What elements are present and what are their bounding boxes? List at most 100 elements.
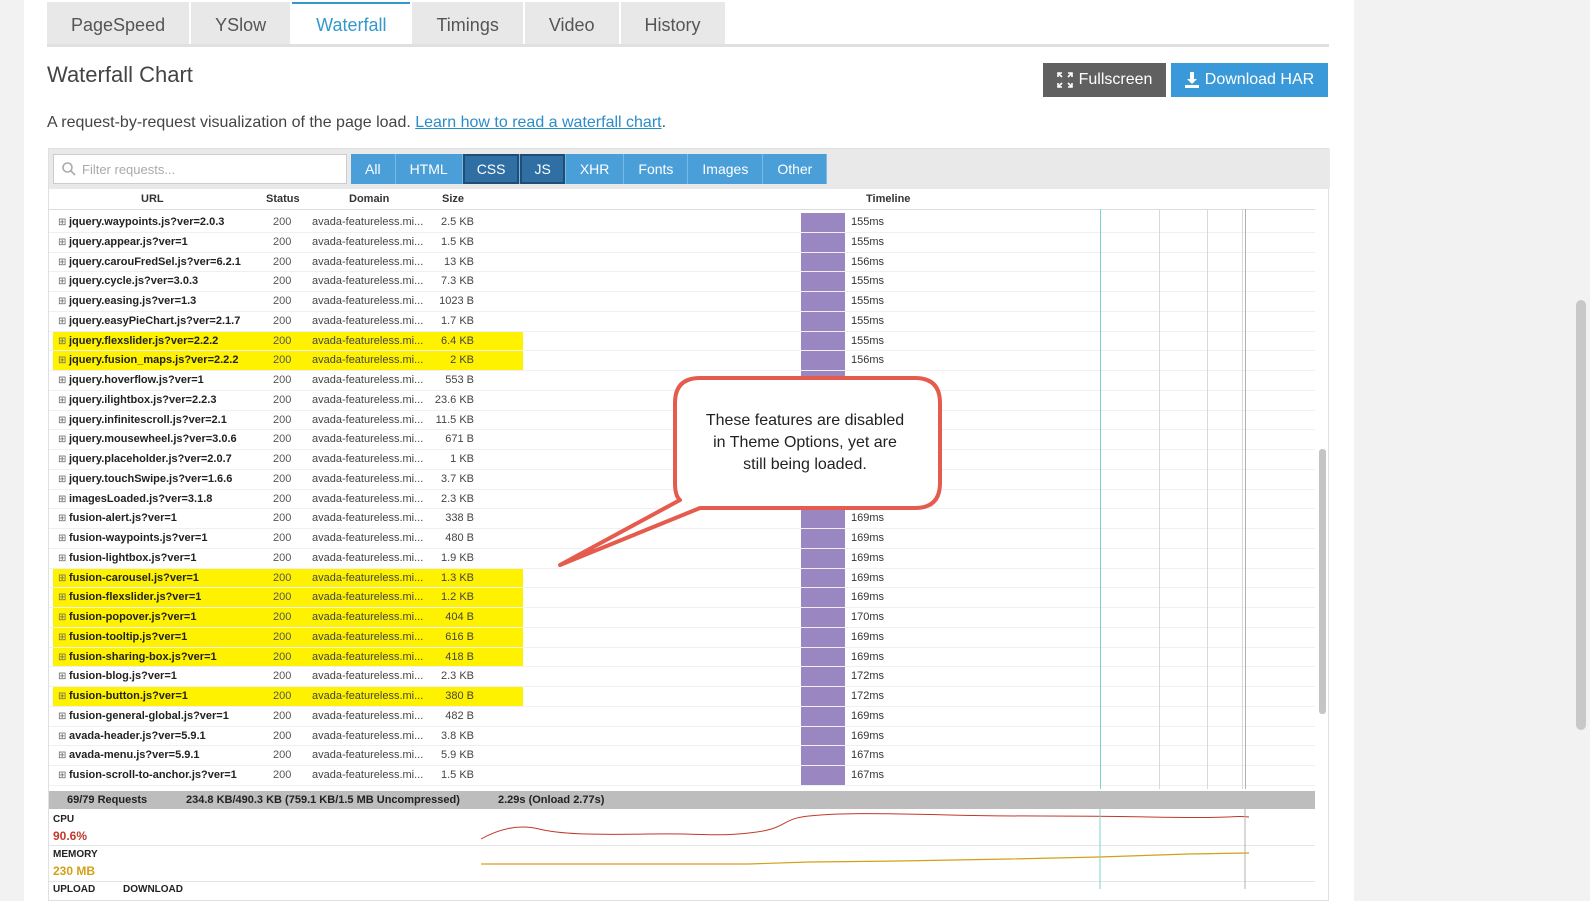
table-row[interactable]: ⊞ fusion-waypoints.js?ver=1 200 avada-featu… [49,529,1315,549]
expand-icon[interactable]: ⊞ [58,332,66,351]
expand-icon[interactable]: ⊞ [58,707,66,726]
filter-tab-js[interactable]: JS [520,154,566,184]
timeline-bar[interactable] [801,706,845,726]
timeline-bar[interactable] [801,331,845,351]
table-row[interactable]: ⊞ fusion-lightbox.js?ver=1 200 avada-featur… [49,548,1315,569]
column-header-domain[interactable]: Domain [349,193,389,205]
timeline-bar[interactable] [801,548,845,568]
expand-icon[interactable]: ⊞ [58,509,66,528]
timeline-bar[interactable] [801,647,845,667]
timeline-bar[interactable] [801,627,845,647]
column-header-size[interactable]: Size [442,193,464,205]
filter-tab-other[interactable]: Other [763,154,828,184]
timeline-bar[interactable] [801,746,845,765]
filter-tab-css[interactable]: CSS [462,154,521,184]
table-row[interactable]: ⊞ avada-menu.js?ver=5.9.1 200 avada-feature… [49,746,1315,766]
timeline-bar[interactable] [801,588,845,607]
timeline-bar[interactable] [801,371,845,390]
table-row[interactable]: ⊞ fusion-blog.js?ver=1 200 avada-featureles… [49,667,1315,687]
expand-icon[interactable]: ⊞ [58,549,66,568]
table-row[interactable]: ⊞ fusion-general-global.js?ver=1 200 avada-… [49,706,1315,727]
expand-icon[interactable]: ⊞ [58,608,66,627]
timeline-bar[interactable] [801,529,845,548]
table-row[interactable]: ⊞ fusion-scroll-to-anchor.js?ver=1 200 avad… [49,766,1315,786]
expand-icon[interactable]: ⊞ [58,628,66,647]
table-row[interactable]: ⊞ fusion-carousel.js?ver=1 200 avada-featur… [49,568,1315,589]
expand-icon[interactable]: ⊞ [58,588,66,607]
expand-icon[interactable]: ⊞ [58,253,66,272]
timeline-bar[interactable] [801,252,845,272]
filter-tab-images[interactable]: Images [688,154,764,184]
tab-history[interactable]: History [620,2,725,44]
timeline-bar[interactable] [801,608,845,627]
expand-icon[interactable]: ⊞ [58,292,66,311]
table-row[interactable]: ⊞ fusion-popover.js?ver=1 200 avada-feature… [49,608,1315,628]
table-row[interactable]: ⊞ fusion-tooltip.js?ver=1 200 avada-feature… [49,627,1315,648]
fullscreen-button[interactable]: Fullscreen [1043,63,1166,97]
timeline-bar[interactable] [801,726,845,746]
expand-icon[interactable]: ⊞ [58,648,66,667]
table-row[interactable]: ⊞ jquery.ilightbox.js?ver=2.2.3 200 avada-f… [49,390,1315,411]
tab-yslow[interactable]: YSlow [191,2,291,44]
table-row[interactable]: ⊞ fusion-sharing-box.js?ver=1 200 avada-fea… [49,647,1315,668]
table-row[interactable]: ⊞ jquery.cycle.js?ver=3.0.3 200 avada-featu… [49,272,1315,292]
tab-video[interactable]: Video [524,2,619,44]
timeline-bar[interactable] [801,687,845,706]
column-header-status[interactable]: Status [266,193,300,205]
timeline-bar[interactable] [801,213,845,232]
table-row[interactable]: ⊞ jquery.easyPieChart.js?ver=2.1.7 200 avad… [49,311,1315,332]
table-row[interactable]: ⊞ jquery.waypoints.js?ver=2.0.3 200 avada-f… [49,213,1315,233]
filter-tab-fonts[interactable]: Fonts [624,154,689,184]
expand-icon[interactable]: ⊞ [58,351,66,370]
expand-icon[interactable]: ⊞ [58,391,66,410]
table-row[interactable]: ⊞ jquery.flexslider.js?ver=2.2.2 200 avada-… [49,331,1315,352]
filter-tab-xhr[interactable]: XHR [565,154,625,184]
expand-icon[interactable]: ⊞ [58,490,66,509]
download-har-button[interactable]: Download HAR [1171,63,1328,97]
learn-waterfall-link[interactable]: Learn how to read a waterfall chart [415,114,661,131]
table-row[interactable]: ⊞ jquery.appear.js?ver=1 200 avada-featurel… [49,232,1315,253]
expand-icon[interactable]: ⊞ [58,667,66,686]
page-scrollbar[interactable] [1576,300,1586,730]
table-row[interactable]: ⊞ jquery.carouFredSel.js?ver=6.2.1 200 avad… [49,252,1315,273]
timeline-bar[interactable] [801,272,845,291]
table-row[interactable]: ⊞ fusion-flexslider.js?ver=1 200 avada-feat… [49,588,1315,608]
table-row[interactable]: ⊞ jquery.easing.js?ver=1.3 200 avada-featur… [49,292,1315,312]
timeline-bar[interactable] [801,489,845,509]
filter-tab-html[interactable]: HTML [395,154,463,184]
expand-icon[interactable]: ⊞ [58,687,66,706]
waterfall-scrollbar[interactable] [1319,449,1326,714]
expand-icon[interactable]: ⊞ [58,569,66,588]
expand-icon[interactable]: ⊞ [58,766,66,785]
tab-waterfall[interactable]: Waterfall [292,2,411,44]
column-header-url[interactable]: URL [141,193,164,205]
expand-icon[interactable]: ⊞ [58,450,66,469]
expand-icon[interactable]: ⊞ [58,213,66,232]
timeline-bar[interactable] [801,351,845,370]
filter-requests-input[interactable]: Filter requests... [53,154,347,184]
timeline-bar[interactable] [801,311,845,331]
expand-icon[interactable]: ⊞ [58,312,66,331]
expand-icon[interactable]: ⊞ [58,430,66,449]
timeline-bar[interactable] [801,568,845,588]
expand-icon[interactable]: ⊞ [58,371,66,390]
filter-tab-all[interactable]: All [351,154,396,184]
tab-pagespeed[interactable]: PageSpeed [47,2,190,44]
timeline-bar[interactable] [801,390,845,410]
table-row[interactable]: ⊞ jquery.fusion_maps.js?ver=2.2.2 200 avada… [49,351,1315,371]
expand-icon[interactable]: ⊞ [58,529,66,548]
expand-icon[interactable]: ⊞ [58,727,66,746]
timeline-bar[interactable] [801,766,845,785]
expand-icon[interactable]: ⊞ [58,746,66,765]
timeline-bar[interactable] [801,292,845,311]
timeline-bar[interactable] [801,667,845,686]
table-row[interactable]: ⊞ fusion-button.js?ver=1 200 avada-featurel… [49,687,1315,707]
table-row[interactable]: ⊞ imagesLoaded.js?ver=3.1.8 200 avada-featu… [49,489,1315,510]
expand-icon[interactable]: ⊞ [58,272,66,291]
expand-icon[interactable]: ⊞ [58,470,66,489]
timeline-bar[interactable] [801,232,845,252]
table-row[interactable]: ⊞ fusion-alert.js?ver=1 200 avada-featurele… [49,509,1315,529]
table-row[interactable]: ⊞ jquery.hoverflow.js?ver=1 200 avada-featu… [49,371,1315,391]
timeline-bar[interactable] [801,509,845,528]
expand-icon[interactable]: ⊞ [58,411,66,430]
